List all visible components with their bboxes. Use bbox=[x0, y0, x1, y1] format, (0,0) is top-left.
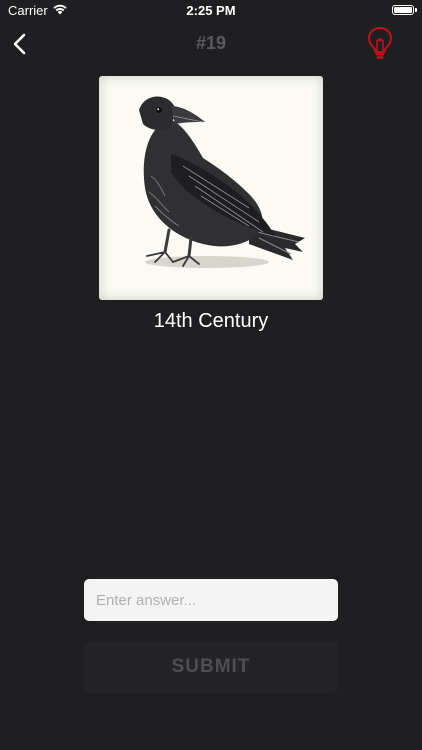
status-time: 2:25 PM bbox=[186, 3, 236, 18]
answer-input[interactable] bbox=[84, 579, 338, 621]
battery-level bbox=[394, 7, 412, 13]
battery-cap bbox=[415, 8, 417, 12]
puzzle-image bbox=[99, 76, 323, 300]
raven-illustration bbox=[139, 96, 305, 268]
navigation-bar: #19 bbox=[0, 22, 422, 66]
status-bar: Carrier 2:25 PM bbox=[0, 0, 422, 22]
puzzle-caption: 14th Century bbox=[153, 310, 269, 332]
battery-icon bbox=[392, 5, 414, 15]
lightbulb-icon[interactable] bbox=[366, 26, 394, 60]
app-screen: Carrier 2:25 PM #19 14th Century Enter a… bbox=[0, 0, 422, 750]
page-title: #19 bbox=[195, 33, 227, 53]
submit-button[interactable]: SUBMIT bbox=[84, 641, 338, 693]
